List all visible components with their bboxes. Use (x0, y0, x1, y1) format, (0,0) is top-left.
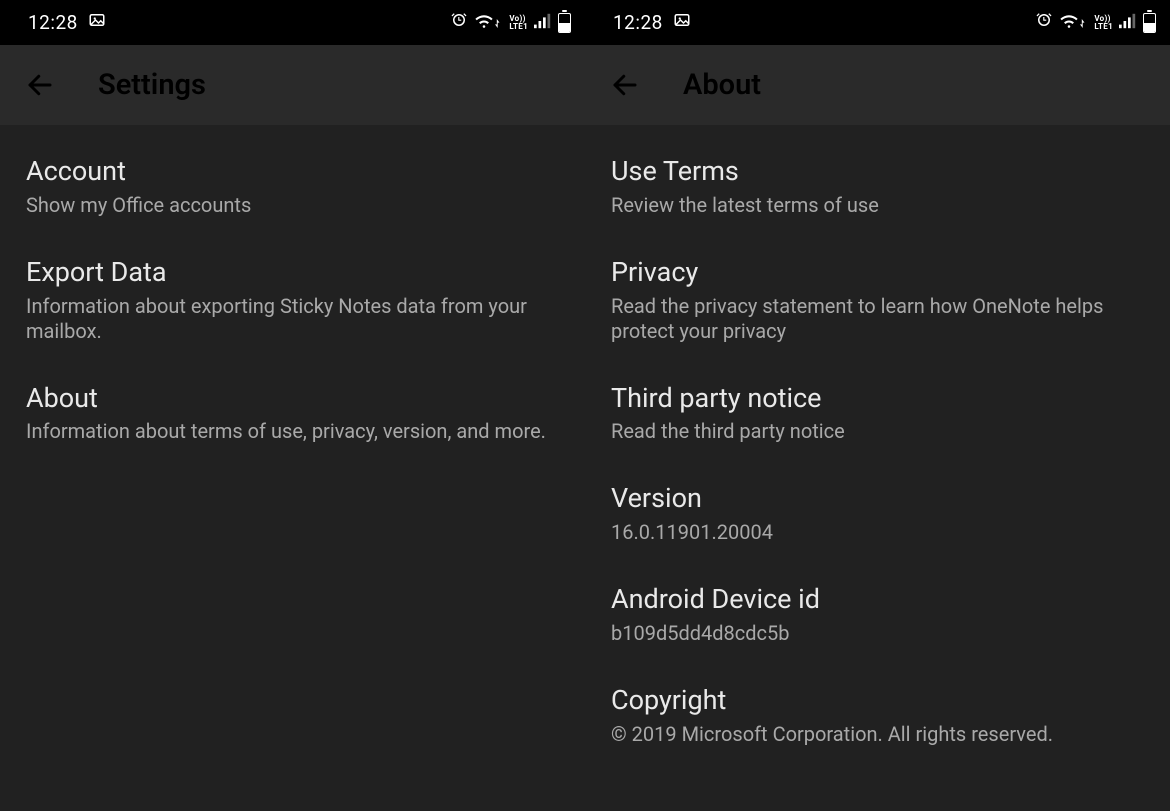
screen-settings: 12:28 Vo)) LTE1 (0, 0, 585, 811)
wifi-icon (1059, 11, 1088, 34)
item-title: About (26, 382, 559, 416)
settings-item-export-data[interactable]: Export Data Information about exporting … (26, 246, 559, 372)
battery-level (1144, 23, 1155, 31)
settings-item-account[interactable]: Account Show my Office accounts (26, 145, 559, 246)
status-time: 12:28 (28, 11, 78, 34)
battery-icon (558, 13, 571, 33)
about-item-android-device-id[interactable]: Android Device id b109d5dd4d8cdc5b (611, 573, 1144, 674)
item-title: Export Data (26, 256, 559, 290)
item-title: Use Terms (611, 155, 1144, 189)
about-item-third-party-notice[interactable]: Third party notice Read the third party … (611, 372, 1144, 473)
about-item-use-terms[interactable]: Use Terms Review the latest terms of use (611, 145, 1144, 246)
screen-about: 12:28 Vo)) LTE1 (585, 0, 1170, 811)
item-subtitle: © 2019 Microsoft Corporation. All rights… (611, 722, 1144, 747)
item-title: Privacy (611, 256, 1144, 290)
item-title: Android Device id (611, 583, 1144, 617)
item-subtitle: 16.0.11901.20004 (611, 520, 1144, 545)
page-title: Settings (98, 68, 206, 102)
image-icon (673, 11, 691, 34)
image-icon (88, 11, 106, 34)
about-item-copyright[interactable]: Copyright © 2019 Microsoft Corporation. … (611, 674, 1144, 775)
about-item-privacy[interactable]: Privacy Read the privacy statement to le… (611, 246, 1144, 372)
app-bar: Settings (0, 45, 585, 125)
battery-icon (1143, 13, 1156, 33)
alarm-icon (450, 11, 468, 34)
network-lte-icon: Vo)) LTE1 (1094, 15, 1113, 31)
item-subtitle: Information about exporting Sticky Notes… (26, 294, 559, 344)
status-bar: 12:28 Vo)) LTE1 (585, 0, 1170, 45)
battery-level (559, 23, 570, 31)
about-list: Use Terms Review the latest terms of use… (585, 125, 1170, 811)
item-subtitle: Review the latest terms of use (611, 193, 1144, 218)
wifi-icon (474, 11, 503, 34)
item-title: Version (611, 482, 1144, 516)
item-subtitle: b109d5dd4d8cdc5b (611, 621, 1144, 646)
item-title: Account (26, 155, 559, 189)
signal-icon (534, 11, 552, 34)
item-subtitle: Read the third party notice (611, 419, 1144, 444)
signal-icon (1119, 11, 1137, 34)
back-button[interactable] (609, 69, 641, 101)
alarm-icon (1035, 11, 1053, 34)
status-time: 12:28 (613, 11, 663, 34)
back-button[interactable] (24, 69, 56, 101)
app-bar: About (585, 45, 1170, 125)
network-lte-icon: Vo)) LTE1 (509, 15, 528, 31)
item-subtitle: Show my Office accounts (26, 193, 559, 218)
settings-item-about[interactable]: About Information about terms of use, pr… (26, 372, 559, 473)
item-subtitle: Read the privacy statement to learn how … (611, 294, 1144, 344)
status-bar: 12:28 Vo)) LTE1 (0, 0, 585, 45)
item-title: Copyright (611, 684, 1144, 718)
about-item-version[interactable]: Version 16.0.11901.20004 (611, 472, 1144, 573)
page-title: About (683, 68, 761, 102)
settings-list: Account Show my Office accounts Export D… (0, 125, 585, 811)
item-title: Third party notice (611, 382, 1144, 416)
item-subtitle: Information about terms of use, privacy,… (26, 419, 559, 444)
